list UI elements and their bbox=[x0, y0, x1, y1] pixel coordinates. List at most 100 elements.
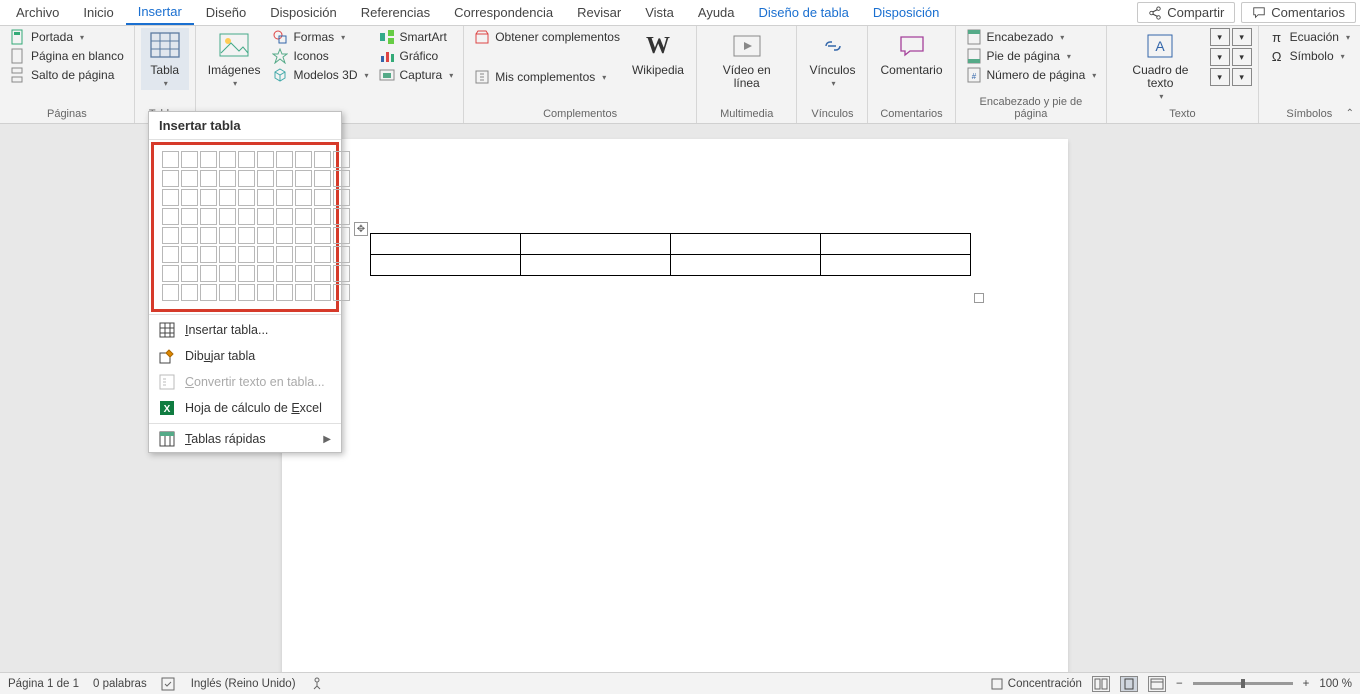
table-grid-cell[interactable] bbox=[181, 151, 198, 168]
zoom-in-button[interactable]: + bbox=[1303, 678, 1310, 690]
screenshot-button[interactable]: Captura▾ bbox=[375, 66, 458, 84]
table-grid-cell[interactable] bbox=[257, 284, 274, 301]
table-grid-cell[interactable] bbox=[295, 170, 312, 187]
table-grid-cell[interactable] bbox=[276, 208, 293, 225]
online-video-button[interactable]: Vídeo en línea bbox=[703, 28, 790, 92]
footer-button[interactable]: Pie de página▾ bbox=[962, 47, 1101, 65]
equation-button[interactable]: πEcuación▾ bbox=[1265, 28, 1354, 46]
table-grid-cell[interactable] bbox=[295, 208, 312, 225]
table-grid-cell[interactable] bbox=[181, 170, 198, 187]
table-grid-cell[interactable] bbox=[238, 151, 255, 168]
table-grid-cell[interactable] bbox=[219, 208, 236, 225]
table-grid-cell[interactable] bbox=[333, 208, 350, 225]
smartart-button[interactable]: SmartArt bbox=[375, 28, 458, 46]
table-grid-cell[interactable] bbox=[295, 246, 312, 263]
status-accessibility-icon[interactable] bbox=[310, 677, 324, 691]
comments-button[interactable]: Comentarios bbox=[1241, 2, 1356, 23]
status-language[interactable]: Inglés (Reino Unido) bbox=[191, 678, 296, 690]
models3d-button[interactable]: Modelos 3D▾ bbox=[268, 66, 372, 84]
table-grid-cell[interactable] bbox=[162, 265, 179, 282]
table-grid-cell[interactable] bbox=[333, 170, 350, 187]
icons-button[interactable]: Iconos bbox=[268, 47, 372, 65]
quick-tables-menuitem[interactable]: Tablas rápidas ▶ bbox=[149, 426, 341, 452]
table-grid-cell[interactable] bbox=[238, 284, 255, 301]
table-grid-cell[interactable] bbox=[257, 151, 274, 168]
table-grid-cell[interactable] bbox=[295, 284, 312, 301]
tab-layout[interactable]: Disposición bbox=[258, 1, 348, 24]
table-grid-cell[interactable] bbox=[333, 227, 350, 244]
table-grid-cell[interactable] bbox=[276, 151, 293, 168]
table-grid-cell[interactable] bbox=[200, 208, 217, 225]
tab-design[interactable]: Diseño bbox=[194, 1, 258, 24]
table-grid-cell[interactable] bbox=[200, 170, 217, 187]
table-grid-cell[interactable] bbox=[333, 189, 350, 206]
table-grid-cell[interactable] bbox=[162, 227, 179, 244]
table-grid-cell[interactable] bbox=[257, 189, 274, 206]
table-grid-cell[interactable] bbox=[276, 246, 293, 263]
tab-insert[interactable]: Insertar bbox=[126, 0, 194, 25]
table-grid-cell[interactable] bbox=[276, 284, 293, 301]
table-grid-cell[interactable] bbox=[200, 284, 217, 301]
table-grid-cell[interactable] bbox=[238, 227, 255, 244]
table-grid-cell[interactable] bbox=[295, 227, 312, 244]
table-grid-cell[interactable] bbox=[238, 246, 255, 263]
table-grid-cell[interactable] bbox=[295, 151, 312, 168]
table-grid-cell[interactable] bbox=[181, 265, 198, 282]
table-move-handle[interactable]: ✥ bbox=[354, 222, 368, 236]
table-grid-cell[interactable] bbox=[162, 189, 179, 206]
text-opt-3[interactable]: ▾ bbox=[1210, 68, 1230, 86]
text-opt-5[interactable]: ▾ bbox=[1232, 48, 1252, 66]
table-grid-cell[interactable] bbox=[219, 265, 236, 282]
table-grid-cell[interactable] bbox=[200, 227, 217, 244]
table-grid-cell[interactable] bbox=[314, 284, 331, 301]
table-grid-cell[interactable] bbox=[314, 189, 331, 206]
wikipedia-button[interactable]: W Wikipedia bbox=[626, 28, 690, 79]
links-button[interactable]: Vínculos ▾ bbox=[803, 28, 861, 90]
status-page[interactable]: Página 1 de 1 bbox=[8, 678, 79, 690]
document-table[interactable] bbox=[370, 233, 971, 276]
tab-table-layout[interactable]: Disposición bbox=[861, 1, 951, 24]
table-button[interactable]: Tabla ▾ bbox=[141, 28, 189, 90]
tab-file[interactable]: Archivo bbox=[4, 1, 71, 24]
table-grid-cell[interactable] bbox=[314, 227, 331, 244]
table-grid-cell[interactable] bbox=[181, 284, 198, 301]
table-grid-cell[interactable] bbox=[257, 265, 274, 282]
focus-mode-button[interactable]: Concentración bbox=[990, 677, 1082, 691]
text-opt-4[interactable]: ▾ bbox=[1232, 28, 1252, 46]
table-grid-cell[interactable] bbox=[181, 189, 198, 206]
table-grid-cell[interactable] bbox=[200, 265, 217, 282]
web-layout-button[interactable] bbox=[1148, 676, 1166, 692]
status-spellcheck-icon[interactable] bbox=[161, 677, 177, 691]
tab-help[interactable]: Ayuda bbox=[686, 1, 747, 24]
table-grid-cell[interactable] bbox=[162, 208, 179, 225]
table-grid-cell[interactable] bbox=[276, 170, 293, 187]
zoom-slider[interactable] bbox=[1193, 682, 1293, 685]
table-grid-cell[interactable] bbox=[333, 265, 350, 282]
table-grid-cell[interactable] bbox=[314, 265, 331, 282]
table-grid-cell[interactable] bbox=[333, 246, 350, 263]
table-grid-cell[interactable] bbox=[257, 227, 274, 244]
read-mode-button[interactable] bbox=[1092, 676, 1110, 692]
pagenum-button[interactable]: #Número de página▾ bbox=[962, 66, 1101, 84]
table-grid-cell[interactable] bbox=[200, 189, 217, 206]
table-grid-cell[interactable] bbox=[295, 189, 312, 206]
table-grid-cell[interactable] bbox=[219, 189, 236, 206]
zoom-level[interactable]: 100 % bbox=[1319, 678, 1352, 690]
textbox-button[interactable]: A Cuadro de texto ▾ bbox=[1113, 28, 1207, 103]
insert-table-menuitem[interactable]: Insertar tabla... bbox=[149, 317, 341, 343]
images-button[interactable]: Imágenes ▾ bbox=[202, 28, 267, 90]
print-layout-button[interactable] bbox=[1120, 676, 1138, 692]
table-grid-cell[interactable] bbox=[238, 265, 255, 282]
table-grid-cell[interactable] bbox=[257, 208, 274, 225]
status-words[interactable]: 0 palabras bbox=[93, 678, 147, 690]
header-button[interactable]: Encabezado▾ bbox=[962, 28, 1101, 46]
tab-mail[interactable]: Correspondencia bbox=[442, 1, 565, 24]
document-page[interactable]: ✥ bbox=[282, 139, 1068, 672]
share-button[interactable]: Compartir bbox=[1137, 2, 1235, 23]
table-grid-cell[interactable] bbox=[238, 189, 255, 206]
table-grid-cell[interactable] bbox=[238, 208, 255, 225]
table-grid-cell[interactable] bbox=[257, 246, 274, 263]
comment-button[interactable]: Comentario bbox=[874, 28, 948, 79]
text-opt-6[interactable]: ▾ bbox=[1232, 68, 1252, 86]
table-grid-cell[interactable] bbox=[314, 151, 331, 168]
